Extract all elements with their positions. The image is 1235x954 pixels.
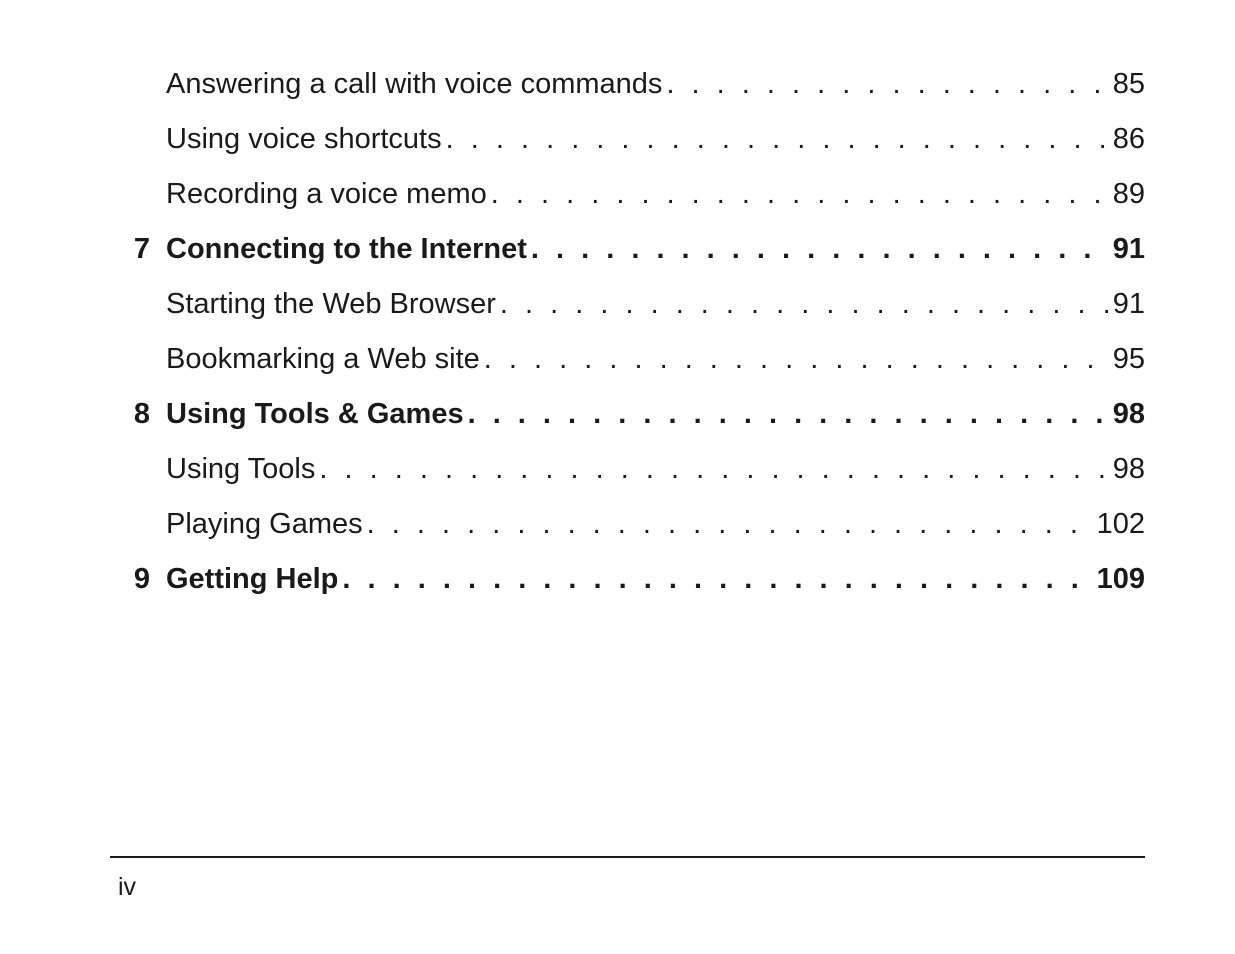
toc-entry: Starting the Web Browser . . . . . . . .… [110, 288, 1145, 321]
toc-entry: Using voice shortcuts . . . . . . . . . … [110, 123, 1145, 156]
toc-page: 98 [1111, 453, 1145, 486]
toc-entry-body: Using voice shortcuts . . . . . . . . . … [166, 123, 1145, 156]
toc-title: Starting the Web Browser [166, 288, 496, 321]
toc-page: 109 [1095, 563, 1145, 596]
dot-leader: . . . . . . . . . . . . . . . . . . . . … [446, 123, 1109, 156]
dot-leader: . . . . . . . . . . . . . . . . . . . . … [342, 563, 1092, 596]
toc-title: Connecting to the Internet [166, 233, 527, 266]
toc-entry-body: Getting Help . . . . . . . . . . . . . .… [166, 563, 1145, 596]
toc-title: Playing Games [166, 508, 363, 541]
toc-page: 89 [1111, 178, 1145, 211]
toc-title: Using Tools & Games [166, 398, 464, 431]
toc-page: 102 [1095, 508, 1145, 541]
toc-entry-body: Connecting to the Internet . . . . . . .… [166, 233, 1145, 266]
toc-page: 95 [1111, 343, 1145, 376]
toc-chapter: 7 Connecting to the Internet . . . . . .… [110, 233, 1145, 266]
toc-title: Getting Help [166, 563, 338, 596]
toc-title: Bookmarking a Web site [166, 343, 480, 376]
toc-page: 91 [1111, 288, 1145, 321]
toc-entry: Bookmarking a Web site . . . . . . . . .… [110, 343, 1145, 376]
toc-entry: Answering a call with voice commands . .… [110, 68, 1145, 101]
dot-leader: . . . . . . . . . . . . . . . . . . . . … [484, 343, 1109, 376]
toc-title: Using voice shortcuts [166, 123, 442, 156]
toc-entry-body: Recording a voice memo . . . . . . . . .… [166, 178, 1145, 211]
dot-leader: . . . . . . . . . . . . . . . . . . . . … [531, 233, 1109, 266]
toc-entry-body: Bookmarking a Web site . . . . . . . . .… [166, 343, 1145, 376]
toc-entry-body: Starting the Web Browser . . . . . . . .… [166, 288, 1145, 321]
dot-leader: . . . . . . . . . . . . . . . . . . . . … [500, 288, 1109, 321]
toc-entry: Playing Games . . . . . . . . . . . . . … [110, 508, 1145, 541]
dot-leader: . . . . . . . . . . . . . . . . . . . . … [468, 398, 1109, 431]
dot-leader: . . . . . . . . . . . . . . . . . . . . … [491, 178, 1109, 211]
toc-title: Answering a call with voice commands [166, 68, 662, 101]
dot-leader: . . . . . . . . . . . . . . . . . . . . … [367, 508, 1093, 541]
toc-entry: Recording a voice memo . . . . . . . . .… [110, 178, 1145, 211]
toc-page: 85 [1111, 68, 1145, 101]
toc-chapter: 8 Using Tools & Games . . . . . . . . . … [110, 398, 1145, 431]
dot-leader: . . . . . . . . . . . . . . . . . . . . … [666, 68, 1108, 101]
toc-page: 91 [1111, 233, 1145, 266]
toc-entry-body: Using Tools . . . . . . . . . . . . . . … [166, 453, 1145, 486]
footer-divider [110, 856, 1145, 858]
toc-entry-body: Using Tools & Games . . . . . . . . . . … [166, 398, 1145, 431]
toc-title: Recording a voice memo [166, 178, 487, 211]
chapter-number: 8 [110, 398, 154, 431]
toc-entry: Using Tools . . . . . . . . . . . . . . … [110, 453, 1145, 486]
dot-leader: . . . . . . . . . . . . . . . . . . . . … [319, 453, 1108, 486]
toc-entry-body: Playing Games . . . . . . . . . . . . . … [166, 508, 1145, 541]
chapter-number: 7 [110, 233, 154, 266]
chapter-number: 9 [110, 563, 154, 596]
toc-entry-body: Answering a call with voice commands . .… [166, 68, 1145, 101]
toc-list: Answering a call with voice commands . .… [110, 68, 1145, 596]
toc-page: 98 [1111, 398, 1145, 431]
toc-page: Answering a call with voice commands . .… [110, 68, 1145, 896]
toc-page: 86 [1111, 123, 1145, 156]
page-number: iv [118, 873, 136, 902]
toc-chapter: 9 Getting Help . . . . . . . . . . . . .… [110, 563, 1145, 596]
toc-title: Using Tools [166, 453, 315, 486]
